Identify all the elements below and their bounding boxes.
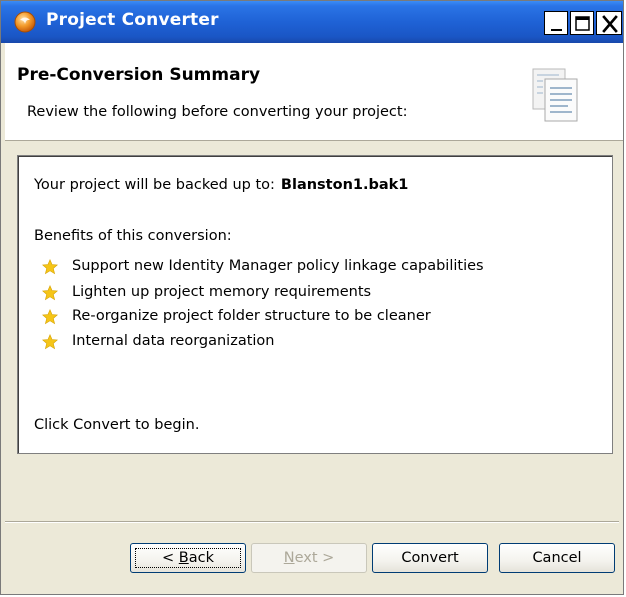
project-converter-app-icon: [14, 11, 36, 33]
convert-prompt: Click Convert to begin.: [34, 417, 200, 433]
close-icon: [602, 15, 618, 33]
minimize-icon: [551, 29, 562, 31]
star-icon: [42, 309, 58, 325]
benefit-text: Internal data reorganization: [72, 333, 275, 349]
next-button[interactable]: Next >: [251, 543, 367, 573]
next-button-mnemonic: N: [283, 550, 295, 566]
back-button[interactable]: < Back: [130, 543, 246, 573]
window-title: Project Converter: [46, 10, 219, 30]
page-title: Pre-Conversion Summary: [17, 65, 261, 85]
star-icon: [42, 259, 58, 275]
benefit-text: Support new Identity Manager policy link…: [72, 258, 484, 274]
wizard-header: Pre-Conversion Summary Review the follow…: [5, 43, 623, 141]
convert-button[interactable]: Convert: [372, 543, 488, 573]
page-subtitle: Review the following before converting y…: [27, 104, 408, 120]
summary-panel: Your project will be backed up to: Blanst…: [17, 155, 613, 454]
benefit-text: Re-organize project folder structure to …: [72, 308, 431, 324]
focus-rectangle: [135, 548, 241, 568]
close-button[interactable]: [596, 11, 622, 35]
maximize-icon: [575, 16, 590, 31]
project-converter-window: Project Converter Pre-Conversion Summary…: [0, 0, 624, 595]
title-bar[interactable]: Project Converter: [1, 1, 623, 43]
backup-prefix: Your project will be backed up to:: [34, 177, 275, 193]
document-icon: [532, 68, 578, 122]
backup-filename: Blanston1.bak1: [280, 177, 409, 193]
backup-location-text: Your project will be backed up to: Blanst…: [34, 177, 408, 193]
star-icon: [42, 285, 58, 301]
minimize-button[interactable]: [544, 11, 568, 35]
star-icon: [42, 334, 58, 350]
button-separator: [5, 521, 619, 523]
maximize-button[interactable]: [570, 11, 594, 35]
next-button-rest: ext >: [294, 550, 335, 566]
benefits-heading: Benefits of this conversion:: [34, 228, 232, 244]
benefit-text: Lighten up project memory requirements: [72, 284, 372, 300]
cancel-button[interactable]: Cancel: [499, 543, 615, 573]
